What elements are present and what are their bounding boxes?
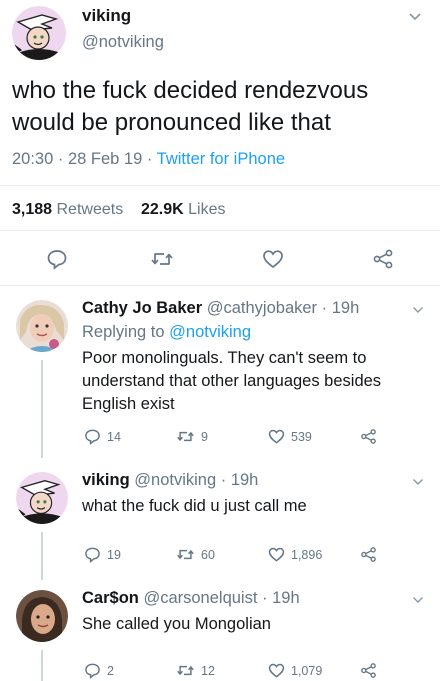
heart-icon xyxy=(268,547,285,562)
avatar[interactable] xyxy=(16,300,68,352)
share-icon xyxy=(361,547,376,562)
reply-icon[interactable] xyxy=(46,248,68,270)
heart-icon[interactable] xyxy=(262,248,284,270)
share-button[interactable] xyxy=(360,546,377,563)
retweets-label: Retweets xyxy=(56,201,124,218)
like-count: 539 xyxy=(291,429,312,444)
share-button[interactable] xyxy=(360,662,377,679)
meta-separator: · xyxy=(142,150,157,168)
meta-separator: · xyxy=(257,589,273,607)
like-count: 1,896 xyxy=(291,547,323,562)
retweet-button[interactable]: 9 xyxy=(176,428,208,445)
tweet-actions xyxy=(0,246,440,274)
thread-line xyxy=(41,532,43,580)
reply-count: 14 xyxy=(107,429,121,444)
likes-count: 22.9K xyxy=(140,201,184,218)
retweet-icon[interactable] xyxy=(150,248,174,270)
tweet-meta: 20:30 · 28 Feb 19 · Twitter for iPhone xyxy=(12,150,285,169)
reply-tweet[interactable]: Car$on @carsonelquist · 19h She called y… xyxy=(0,580,440,681)
avatar[interactable] xyxy=(16,590,68,642)
tweet-age: 19h xyxy=(331,299,360,317)
display-name[interactable]: Cathy Jo Baker xyxy=(82,299,202,317)
share-icon xyxy=(361,663,376,678)
retweet-icon xyxy=(177,431,194,442)
chevron-down-icon[interactable] xyxy=(412,306,424,314)
reply-button[interactable]: 19 xyxy=(84,546,121,563)
retweets-count: 3,188 xyxy=(12,201,53,218)
user-handle[interactable]: @carsonelquist xyxy=(143,589,257,607)
like-button[interactable]: 1,079 xyxy=(268,662,322,679)
tweet-age: 19h xyxy=(230,471,259,489)
reply-tweet[interactable]: viking @notviking · 19h what the fuck di… xyxy=(0,462,440,580)
display-name[interactable]: viking xyxy=(82,6,131,26)
reply-header: Cathy Jo Baker @cathyjobaker · 19h xyxy=(82,299,359,318)
reply-header: viking @notviking · 19h xyxy=(82,471,258,490)
divider xyxy=(0,285,440,286)
like-button[interactable]: 1,896 xyxy=(268,546,322,563)
reply-icon xyxy=(85,429,100,445)
tweet-age: 19h xyxy=(272,589,300,607)
share-icon xyxy=(361,429,376,444)
share-button[interactable] xyxy=(360,428,377,445)
reply-icon xyxy=(85,663,100,679)
retweet-count: 12 xyxy=(201,663,215,678)
tweet-stats: 3,188 Retweets 22.9K Likes xyxy=(12,201,226,219)
reply-icon xyxy=(85,547,100,563)
retweet-count: 9 xyxy=(201,429,208,444)
meta-separator: · xyxy=(317,299,332,317)
thread-line xyxy=(41,650,43,681)
likes-stat[interactable]: 22.9K Likes xyxy=(141,201,226,218)
heart-icon xyxy=(268,663,285,678)
reply-tweet[interactable]: Cathy Jo Baker @cathyjobaker · 19h Reply… xyxy=(0,290,440,458)
thread-line xyxy=(41,360,43,458)
retweet-icon xyxy=(177,549,194,560)
user-handle[interactable]: @notviking xyxy=(82,33,164,52)
user-handle[interactable]: @cathyjobaker xyxy=(207,299,317,317)
reply-header: Car$on @carsonelquist · 19h xyxy=(82,589,300,608)
heart-icon xyxy=(268,429,285,444)
tweet-source-link[interactable]: Twitter for iPhone xyxy=(157,150,285,168)
avatar[interactable] xyxy=(12,6,66,60)
avatar[interactable] xyxy=(16,472,68,524)
reply-text: She called you Mongolian xyxy=(82,615,271,633)
display-name[interactable]: Car$on xyxy=(82,589,139,607)
retweet-button[interactable]: 12 xyxy=(176,662,215,679)
tweet-date: 28 Feb 19 xyxy=(67,150,143,168)
retweet-count: 60 xyxy=(201,547,215,562)
reply-button[interactable]: 2 xyxy=(84,662,114,679)
divider xyxy=(0,230,440,231)
reply-text: Poor monolinguals. They can't seem to un… xyxy=(82,349,382,413)
chevron-down-icon[interactable] xyxy=(408,12,422,22)
like-button[interactable]: 539 xyxy=(268,428,312,445)
replying-to-prefix: Replying to xyxy=(82,323,165,341)
reply-text: what the fuck did u just call me xyxy=(82,497,307,515)
share-icon[interactable] xyxy=(372,248,394,270)
meta-separator: · xyxy=(216,471,231,489)
retweet-button[interactable]: 60 xyxy=(176,546,215,563)
replying-to-link[interactable]: @notviking xyxy=(169,323,251,341)
tweet-text: who the fuck decided rendezvous would be… xyxy=(12,77,369,136)
divider xyxy=(0,185,440,186)
likes-label: Likes xyxy=(188,201,226,218)
meta-separator: · xyxy=(53,150,68,168)
tweet-time: 20:30 xyxy=(12,150,54,168)
reply-count: 19 xyxy=(107,547,121,562)
reply-count: 2 xyxy=(107,663,114,678)
chevron-down-icon[interactable] xyxy=(412,596,424,604)
chevron-down-icon[interactable] xyxy=(412,478,424,486)
retweet-icon xyxy=(177,665,194,676)
replying-to: Replying to @notviking xyxy=(82,323,251,342)
retweets-stat[interactable]: 3,188 Retweets xyxy=(12,201,123,218)
display-name[interactable]: viking xyxy=(82,471,130,489)
user-handle[interactable]: @notviking xyxy=(134,471,216,489)
like-count: 1,079 xyxy=(291,663,323,678)
reply-button[interactable]: 14 xyxy=(84,428,121,445)
